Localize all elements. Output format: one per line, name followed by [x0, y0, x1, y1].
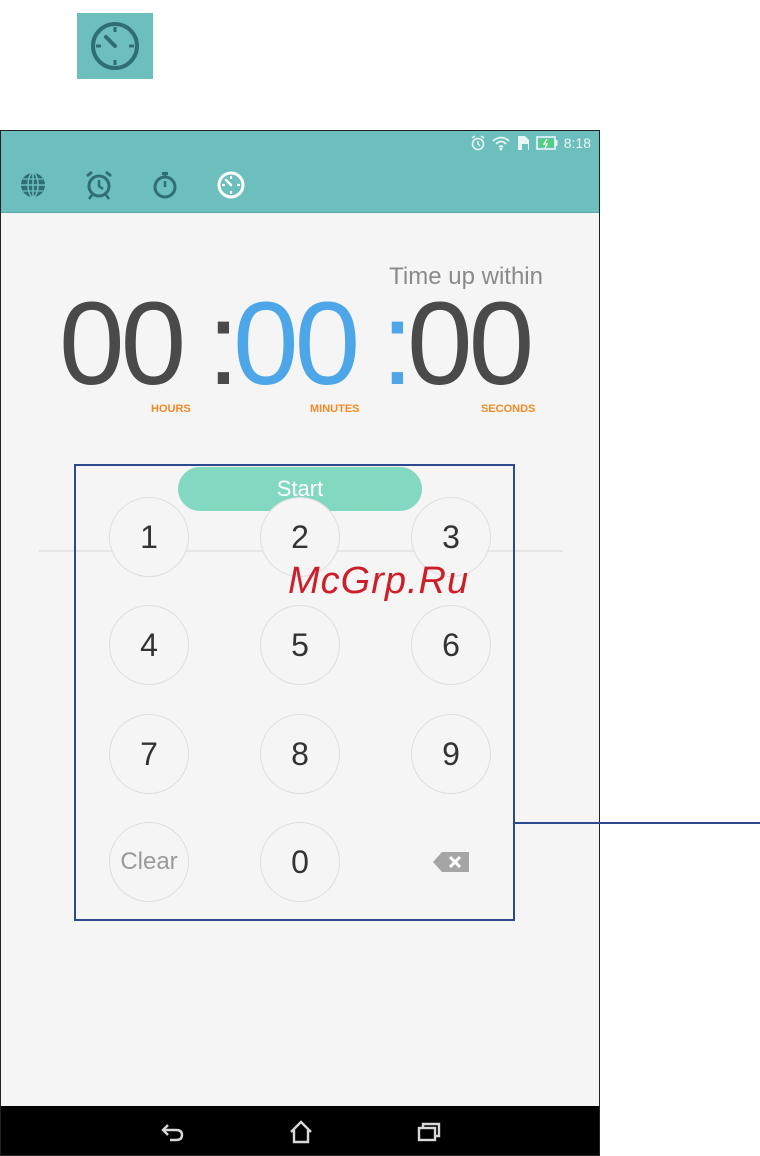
key-6[interactable]: 6: [411, 605, 491, 685]
stopwatch-icon: [153, 172, 177, 199]
tab-bar: [1, 159, 599, 213]
back-button[interactable]: [159, 1118, 187, 1146]
key-0[interactable]: 0: [260, 822, 340, 902]
tab-world-clock[interactable]: [17, 169, 49, 201]
key-8[interactable]: 8: [260, 714, 340, 794]
minutes-separator: :: [381, 278, 414, 410]
tab-timer[interactable]: [215, 169, 247, 201]
timer-icon: [217, 171, 245, 199]
hours-value[interactable]: 00: [59, 279, 186, 409]
battery-icon: [535, 136, 558, 150]
status-bar: 8:18: [1, 131, 599, 159]
recent-apps-button[interactable]: [415, 1118, 443, 1146]
key-5[interactable]: 5: [260, 605, 340, 685]
seconds-unit-label: SECONDS: [481, 403, 536, 415]
keypad: 1 2 3 4 5 6 7 8 9 Clear 0: [74, 464, 515, 921]
world-clock-icon: [21, 172, 45, 198]
back-icon: [161, 1124, 184, 1142]
alarm-status-icon: [471, 135, 485, 151]
tab-alarm[interactable]: [83, 169, 115, 201]
key-9[interactable]: 9: [411, 714, 491, 794]
timer-clock-icon: [91, 22, 139, 70]
home-icon: [290, 1120, 312, 1144]
backspace-button[interactable]: [411, 822, 491, 902]
key-1[interactable]: 1: [109, 497, 189, 577]
recent-apps-icon: [417, 1122, 441, 1142]
timer-app-icon: [77, 13, 153, 79]
timer-display: 00 : 00 : 00: [59, 279, 549, 409]
hours-unit-label: HOURS: [151, 403, 191, 415]
watermark: McGrp.Ru: [288, 560, 470, 602]
status-time: 8:18: [563, 135, 591, 151]
minutes-unit-label: MINUTES: [310, 403, 360, 415]
seconds-value[interactable]: 00: [407, 279, 534, 409]
callout-line: [515, 822, 760, 824]
tab-stopwatch[interactable]: [149, 169, 181, 201]
backspace-icon: [433, 852, 469, 872]
hours-separator: :: [207, 278, 240, 410]
sim-icon: [517, 136, 529, 150]
clear-button[interactable]: Clear: [109, 822, 189, 902]
minutes-value[interactable]: 00: [233, 279, 360, 409]
home-button[interactable]: [287, 1118, 315, 1146]
wifi-icon: [492, 136, 510, 151]
navigation-bar: [1, 1106, 599, 1155]
key-7[interactable]: 7: [109, 714, 189, 794]
alarm-icon: [86, 170, 112, 200]
key-4[interactable]: 4: [109, 605, 189, 685]
